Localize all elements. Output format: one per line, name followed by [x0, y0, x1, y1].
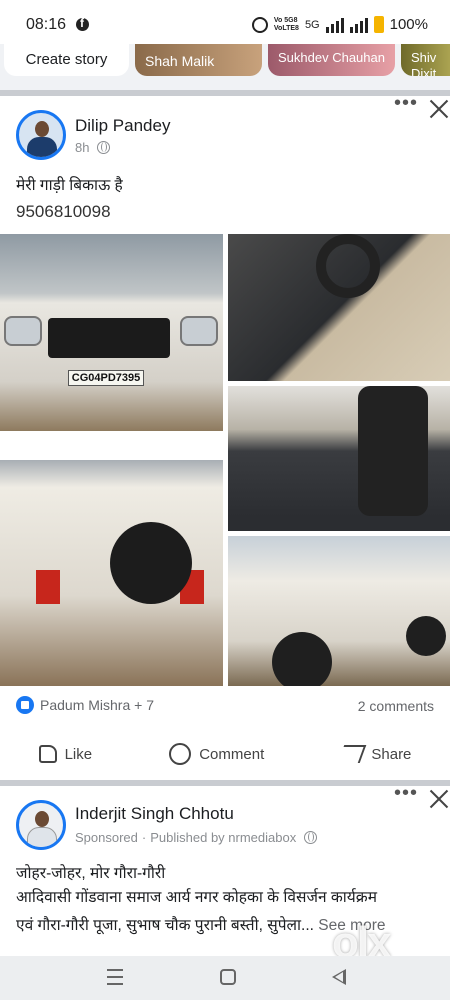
like-label: Like: [64, 745, 93, 763]
more-options-icon[interactable]: •••: [394, 782, 418, 805]
photo-grid[interactable]: CG04PD7395: [0, 234, 450, 686]
close-icon[interactable]: [428, 788, 450, 810]
meta-dot: ·: [141, 830, 147, 845]
post-author[interactable]: Inderjit Singh Chhotu: [75, 804, 234, 824]
avatar[interactable]: [16, 800, 66, 850]
car-side-photo[interactable]: [228, 536, 450, 686]
post-text: मेरी गाड़ी बिकाऊ है: [16, 177, 123, 194]
published-by: Published by nrmediabox: [150, 830, 297, 845]
create-story-button[interactable]: Create story: [4, 44, 129, 76]
share-button[interactable]: Share: [338, 745, 412, 763]
battery-icon: [373, 16, 384, 33]
signal-icon-2: [349, 17, 368, 33]
license-plate: CG04PD7395: [68, 370, 144, 386]
status-bar: 08:16 Vo 5G8 VoLTE8 5G 100%: [0, 0, 450, 44]
facebook-notification-icon: [76, 16, 89, 31]
close-icon[interactable]: [428, 98, 450, 120]
sponsored-label: Sponsored: [75, 830, 138, 845]
reactions-summary[interactable]: Padum Mishra + 7: [16, 696, 154, 714]
comment-icon: [169, 743, 192, 765]
network-label: Vo 5G8 VoLTE8: [274, 17, 299, 33]
post-meta: 8h: [75, 140, 111, 155]
stories-strip[interactable]: Create story Shah Malik Sukhdev Chauhan …: [0, 44, 450, 90]
like-button[interactable]: Like: [38, 745, 93, 763]
car-rear-photo[interactable]: [0, 460, 223, 686]
recent-apps-icon[interactable]: [107, 969, 123, 985]
car-interior-dashboard-photo[interactable]: [228, 234, 450, 381]
status-time: 08:16: [26, 16, 67, 33]
more-options-icon[interactable]: •••: [394, 92, 418, 115]
avatar[interactable]: [16, 110, 66, 160]
comment-label: Comment: [199, 745, 265, 763]
network-label-top: Vo 5G8: [273, 16, 298, 24]
car-interior-seats-photo[interactable]: [228, 386, 450, 531]
home-icon[interactable]: [220, 969, 236, 985]
signal-type-label: 5G: [304, 18, 320, 31]
post-text-line: आदिवासी गोंडवाना समाज आर्य नगर कोहका के …: [16, 889, 377, 906]
signal-icon: [325, 17, 344, 33]
post-text-line: जोहर-जोहर, मोर गौरा-गौरी: [16, 865, 166, 882]
thumbs-up-icon: [38, 745, 57, 763]
comment-button[interactable]: Comment: [169, 743, 264, 765]
comments-count[interactable]: 2 comments: [358, 698, 434, 714]
reactions-text: Padum Mishra + 7: [40, 697, 154, 713]
story-card[interactable]: Sukhdev Chauhan: [268, 44, 395, 76]
story-card[interactable]: Shiv Dixit: [401, 44, 450, 76]
post-meta: Sponsored · Published by nrmediabox: [75, 830, 318, 845]
post-text-line: एवं गौरा-गौरी पूजा, सुभाष चौक पुरानी बस्…: [16, 914, 385, 938]
story-card[interactable]: Shah Malik: [135, 44, 262, 76]
system-nav-bar: [0, 956, 450, 1000]
back-icon[interactable]: [332, 969, 346, 985]
post-author[interactable]: Dilip Pandey: [75, 116, 170, 136]
car-front-photo[interactable]: CG04PD7395: [0, 234, 223, 431]
network-label-bottom: VoLTE8: [273, 24, 299, 32]
share-icon: [338, 745, 367, 763]
like-reaction-icon: [16, 696, 34, 714]
post-phone: 9506810098: [16, 202, 111, 221]
post-text-line3: एवं गौरा-गौरी पूजा, सुभाष चौक पुरानी बस्…: [16, 917, 314, 934]
status-right: Vo 5G8 VoLTE8 5G 100%: [251, 16, 428, 33]
globe-icon: [97, 141, 111, 154]
globe-icon: [304, 831, 318, 844]
share-label: Share: [371, 745, 412, 763]
post-time: 8h: [75, 140, 90, 155]
battery-percent: 100%: [389, 16, 428, 33]
feed-post: Dilip Pandey 8h ••• मेरी गाड़ी बिकाऊ है …: [0, 92, 450, 781]
alarm-icon: [251, 16, 268, 33]
post-actions: Like Comment Share: [0, 734, 450, 774]
